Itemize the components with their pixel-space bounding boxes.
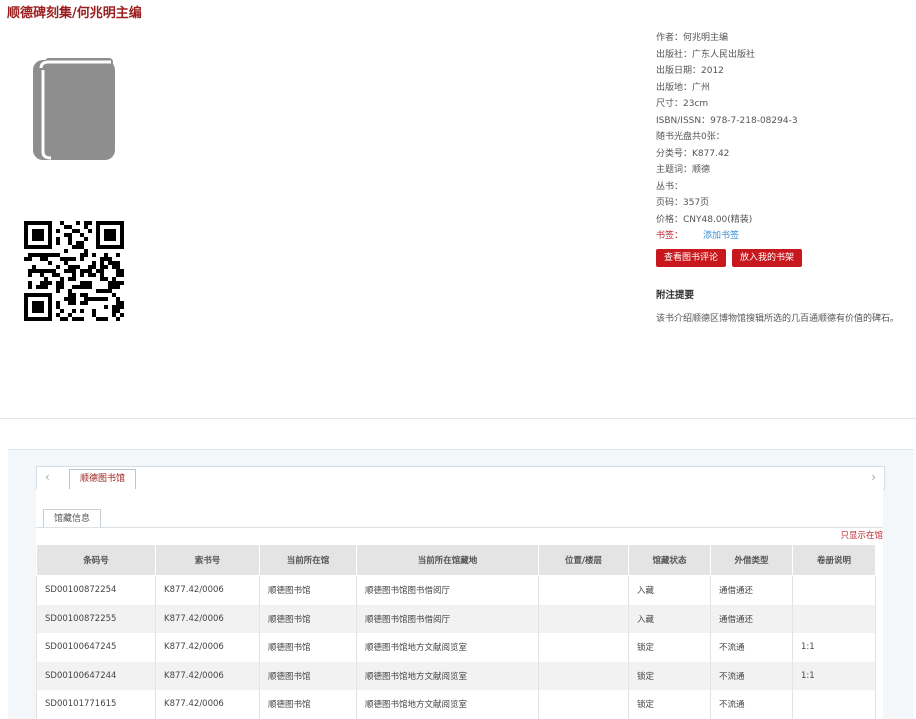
table-row: SD00101771615 K877.42/0006 顺德图书馆 顺德图书馆地方文献阅… bbox=[36, 690, 876, 719]
table-cell: K877.42/0006 bbox=[155, 690, 260, 719]
info-row: 作者：何兆明主编 bbox=[656, 33, 729, 43]
table-row: SD00100647245 K877.42/0006 顺德图书馆 顺德图书馆地方文献阅… bbox=[36, 633, 876, 662]
library-tab-bar: ‹ 顺德图书馆 › bbox=[36, 466, 885, 490]
abstract-text: 该书介绍顺德区博物馆搜辑所选的几百通顺德有价值的碑石。 bbox=[656, 313, 900, 324]
only-show-available-link[interactable]: 只显示在馆 bbox=[840, 529, 883, 541]
chevron-left-icon[interactable]: ‹ bbox=[45, 470, 50, 484]
table-cell: SD00101771615 bbox=[36, 690, 156, 719]
table-row: SD00100872255 K877.42/0006 顺德图书馆 顺德图书馆图书借阅厅… bbox=[36, 604, 876, 633]
table-cell: K877.42/0006 bbox=[155, 575, 260, 605]
table-cell: 顺德图书馆地方文献阅览室 bbox=[356, 661, 539, 690]
view-reviews-button[interactable]: 查看图书评论 bbox=[656, 248, 727, 267]
info-row: 出版日期：2012 bbox=[656, 66, 724, 76]
info-row: 随书光盘共0张： bbox=[656, 132, 725, 142]
table-cell: 顺德图书馆 bbox=[259, 633, 357, 662]
holdings-panel: 馆藏信息 只显示在馆 条码号 索书号 当前所在馆 当前所在馆藏地 位置/楼层 馆藏状态 外借… bbox=[36, 489, 883, 719]
table-cell: 通借通还 bbox=[710, 575, 793, 605]
table-cell: K877.42/0006 bbox=[155, 604, 260, 633]
table-cell: 顺德图书馆 bbox=[259, 575, 357, 605]
table-header[interactable]: 条码号 bbox=[36, 544, 156, 576]
info-row: 尺寸：23cm bbox=[656, 99, 709, 109]
info-row: 价格：CNY48.00(精装) bbox=[656, 214, 753, 225]
table-cell: 顺德图书馆 bbox=[259, 604, 357, 633]
info-row: 出版社：广东人民出版社 bbox=[656, 49, 756, 60]
table-header[interactable]: 当前所在馆 bbox=[259, 544, 357, 576]
table-cell: 不流通 bbox=[710, 690, 793, 719]
table-cell bbox=[538, 690, 629, 719]
table-cell: K877.42/0006 bbox=[155, 633, 260, 662]
tab-holdings-info[interactable]: 馆藏信息 bbox=[43, 509, 102, 528]
add-tag-link[interactable]: 添加书签 bbox=[703, 231, 739, 241]
table-header[interactable]: 卷册说明 bbox=[792, 544, 876, 576]
info-row: 主题词：顺德 bbox=[656, 165, 711, 175]
table-cell bbox=[792, 690, 876, 719]
table-cell: SD00100872254 bbox=[36, 575, 156, 605]
table-cell: 不流通 bbox=[710, 661, 793, 690]
table-header[interactable]: 馆藏状态 bbox=[628, 544, 711, 576]
book-icon bbox=[33, 56, 115, 165]
table-cell: K877.42/0006 bbox=[155, 661, 260, 690]
table-cell bbox=[538, 633, 629, 662]
holdings-section: ‹ 顺德图书馆 › 馆藏信息 只显示在馆 条码号 索书号 当前所在馆 当前所在馆藏地位… bbox=[8, 449, 914, 719]
book-info-panel: 作者：何兆明主编出版社：广东人民出版社 出版日期：2012 出版地：广州 尺寸：23c… bbox=[656, 30, 914, 324]
table-cell: SD00100647245 bbox=[36, 633, 156, 662]
holdings-table: 条码号 索书号 当前所在馆 当前所在馆藏地 位置/楼层 馆藏状态 外借类型 卷册说明 SD00… bbox=[36, 544, 876, 719]
table-cell: 锁定 bbox=[628, 661, 711, 690]
table-cell: 锁定 bbox=[628, 690, 711, 719]
info-row: ISBN/ISSN：978-7-218-08294-3 bbox=[656, 115, 798, 126]
tab-library[interactable]: 顺德图书馆 bbox=[69, 469, 137, 490]
table-cell bbox=[792, 604, 876, 633]
info-row: 丛书： bbox=[656, 181, 684, 192]
qr-code-icon bbox=[24, 221, 125, 325]
info-row: 分类号：K877.42 bbox=[656, 148, 730, 159]
tags-label: 书签： bbox=[656, 231, 684, 241]
table-cell: 入藏 bbox=[628, 575, 711, 605]
table-cell bbox=[792, 575, 876, 605]
table-cell: 顺德图书馆地方文献阅览室 bbox=[356, 690, 539, 719]
table-row: SD00100647244 K877.42/0006 顺德图书馆 顺德图书馆地方文献阅… bbox=[36, 661, 876, 690]
table-row: SD00100872254 K877.42/0006 顺德图书馆 顺德图书馆图书借阅厅… bbox=[36, 575, 876, 605]
info-row: 页码：357页 bbox=[656, 198, 710, 208]
book-title: 顺德碑刻集/何兆明主编 bbox=[7, 6, 142, 21]
table-header[interactable]: 位置/楼层 bbox=[538, 544, 629, 576]
table-cell: 顺德图书馆地方文献阅览室 bbox=[356, 633, 539, 662]
table-cell: 不流通 bbox=[710, 633, 793, 662]
section-divider bbox=[0, 418, 916, 419]
table-cell: 顺德图书馆 bbox=[259, 690, 357, 719]
table-cell bbox=[538, 575, 629, 605]
table-cell: 顺德图书馆图书借阅厅 bbox=[356, 604, 539, 633]
table-cell: 通借通还 bbox=[710, 604, 793, 633]
table-cell: 锁定 bbox=[628, 633, 711, 662]
table-cell: SD00100872255 bbox=[36, 604, 156, 633]
table-cell: SD00100647244 bbox=[36, 661, 156, 690]
subtab-divider bbox=[36, 527, 883, 528]
table-cell bbox=[538, 661, 629, 690]
table-cell bbox=[538, 604, 629, 633]
abstract-title: 附注提要 bbox=[656, 289, 695, 301]
table-cell: 顺德图书馆 bbox=[259, 661, 357, 690]
table-header[interactable]: 外借类型 bbox=[710, 544, 793, 576]
table-cell: 顺德图书馆图书借阅厅 bbox=[356, 575, 539, 605]
table-cell: 1:1 bbox=[792, 661, 876, 690]
add-to-shelf-button[interactable]: 放入我的书架 bbox=[732, 248, 803, 267]
tags-row: 书签： 添加书签 bbox=[656, 228, 914, 245]
table-header[interactable]: 索书号 bbox=[155, 544, 260, 576]
table-header[interactable]: 当前所在馆藏地 bbox=[356, 544, 539, 576]
table-cell: 1:1 bbox=[792, 633, 876, 662]
chevron-right-icon[interactable]: › bbox=[871, 470, 876, 484]
table-cell: 入藏 bbox=[628, 604, 711, 633]
info-row: 出版地：广州 bbox=[656, 82, 711, 93]
